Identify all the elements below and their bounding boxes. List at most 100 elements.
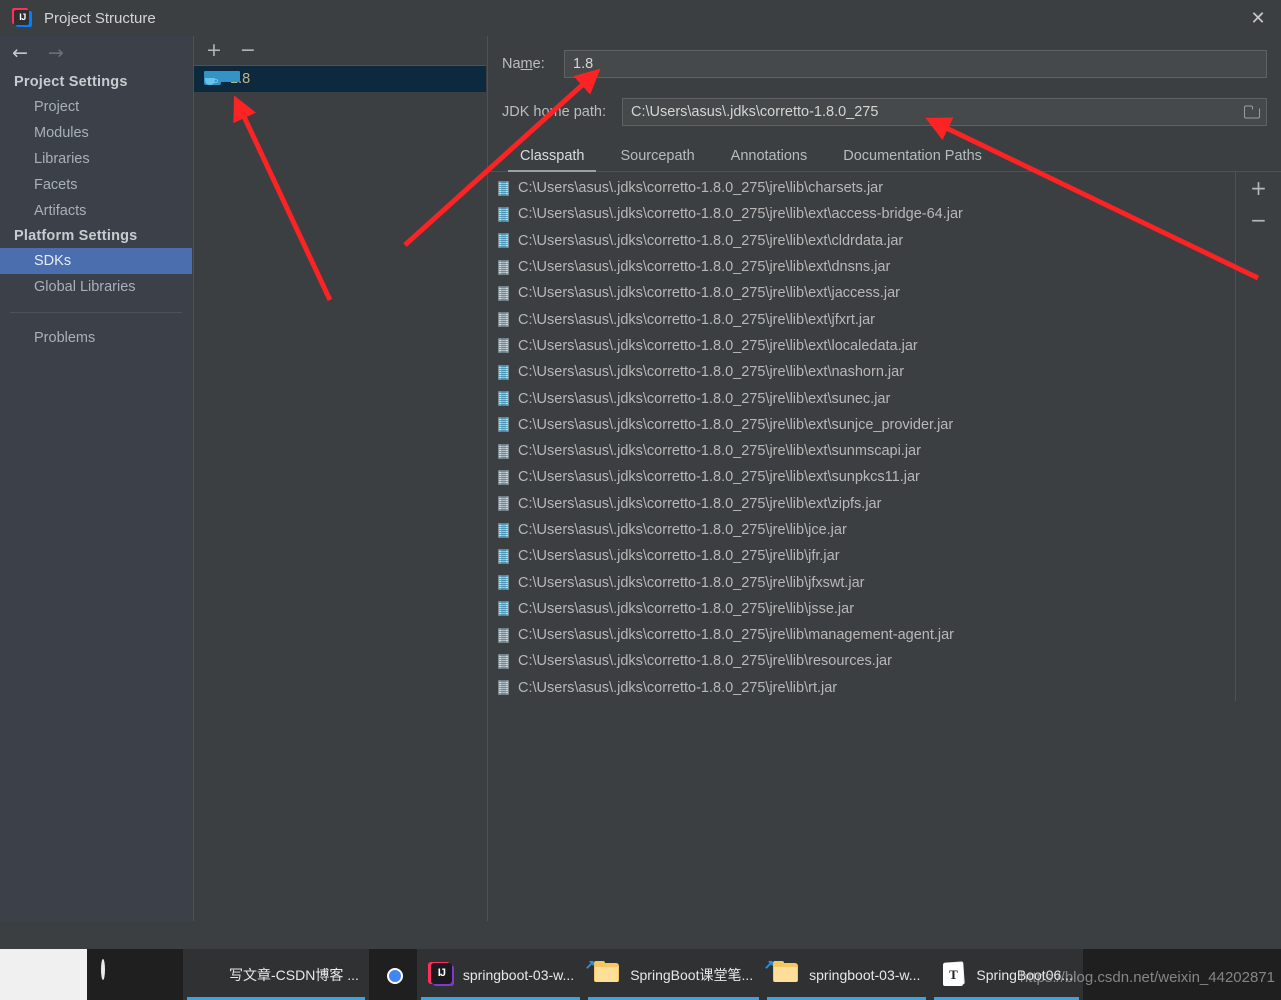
- list-item[interactable]: C:\Users\asus\.jdks\corretto-1.8.0_275\j…: [488, 622, 1235, 648]
- task-view-icon: [145, 961, 173, 989]
- classpath-entry-label: C:\Users\asus\.jdks\corretto-1.8.0_275\j…: [518, 285, 900, 302]
- add-classpath-button[interactable]: +: [1250, 178, 1267, 198]
- title-bar: IJ Project Structure ✕: [0, 0, 1281, 36]
- taskbar-button-label: SpringBoot课堂笔...: [630, 966, 754, 983]
- jar-file-icon: [498, 627, 509, 643]
- detail-tabs: Classpath Sourcepath Annotations Documen…: [488, 140, 1281, 172]
- tab-sourcepath[interactable]: Sourcepath: [602, 144, 712, 171]
- classpath-entry-label: C:\Users\asus\.jdks\corretto-1.8.0_275\j…: [518, 679, 838, 696]
- page-title: Project Structure: [44, 9, 156, 27]
- list-item[interactable]: C:\Users\asus\.jdks\corretto-1.8.0_275\j…: [488, 175, 1235, 201]
- list-item[interactable]: C:\Users\asus\.jdks\corretto-1.8.0_275\j…: [488, 464, 1235, 490]
- taskbar-button-csdn[interactable]: 写文章-CSDN博客 ...: [183, 949, 369, 1000]
- close-icon[interactable]: ✕: [1235, 0, 1281, 36]
- classpath-entry-label: C:\Users\asus\.jdks\corretto-1.8.0_275\j…: [518, 574, 865, 591]
- sdk-detail-panel: Name: JDK home path: Classpath Sourcepat…: [487, 36, 1281, 921]
- list-item[interactable]: C:\Users\asus\.jdks\corretto-1.8.0_275\j…: [488, 333, 1235, 359]
- tab-annotations[interactable]: Annotations: [713, 144, 826, 171]
- list-item[interactable]: C:\Users\asus\.jdks\corretto-1.8.0_275\j…: [488, 201, 1235, 227]
- sdk-list-panel: + − 1.8: [193, 36, 486, 921]
- taskbar-button-springboot-03-w[interactable]: springboot-03-w...: [763, 949, 931, 1000]
- tab-classpath[interactable]: Classpath: [502, 144, 602, 172]
- sidebar-item-project[interactable]: Project: [0, 94, 192, 120]
- remove-sdk-button[interactable]: −: [240, 41, 256, 60]
- list-item[interactable]: 1.8: [194, 66, 486, 92]
- sidebar-item-global-libraries[interactable]: Global Libraries: [0, 274, 192, 300]
- text-file-icon: T: [940, 960, 968, 989]
- classpath-entry-label: C:\Users\asus\.jdks\corretto-1.8.0_275\j…: [518, 653, 892, 670]
- jar-file-icon: [498, 680, 509, 696]
- classpath-list[interactable]: C:\Users\asus\.jdks\corretto-1.8.0_275\j…: [488, 172, 1235, 701]
- classpath-entry-label: C:\Users\asus\.jdks\corretto-1.8.0_275\j…: [518, 522, 847, 538]
- jdk-home-path-row: JDK home path:: [488, 98, 1281, 126]
- remove-classpath-button[interactable]: −: [1250, 210, 1267, 230]
- list-item[interactable]: C:\Users\asus\.jdks\corretto-1.8.0_275\j…: [488, 438, 1235, 464]
- taskbar-button-springboot-03-w[interactable]: IJ springboot-03-w...: [416, 949, 585, 1000]
- jar-file-icon: [498, 548, 509, 564]
- taskbar-search-box[interactable]: [0, 949, 87, 1000]
- cortana-circle-icon: [97, 958, 125, 989]
- sidebar-item-libraries[interactable]: Libraries: [0, 146, 192, 172]
- jar-file-icon: [498, 469, 509, 485]
- classpath-side-toolbar: + −: [1235, 172, 1281, 701]
- classpath-entry-label: C:\Users\asus\.jdks\corretto-1.8.0_275\j…: [518, 180, 884, 197]
- list-item[interactable]: C:\Users\asus\.jdks\corretto-1.8.0_275\j…: [488, 491, 1235, 517]
- list-item[interactable]: C:\Users\asus\.jdks\corretto-1.8.0_275\j…: [488, 517, 1235, 543]
- intellij-idea-icon: IJ: [427, 961, 455, 989]
- sidebar-item-artifacts[interactable]: Artifacts: [0, 198, 192, 224]
- add-sdk-button[interactable]: +: [206, 41, 222, 60]
- jar-file-icon: [498, 312, 509, 328]
- jdk-home-path-input[interactable]: [622, 98, 1267, 126]
- jar-file-icon: [498, 285, 509, 301]
- classpath-entry-label: C:\Users\asus\.jdks\corretto-1.8.0_275\j…: [518, 495, 882, 512]
- classpath-entry-label: C:\Users\asus\.jdks\corretto-1.8.0_275\j…: [518, 548, 840, 565]
- sidebar-item-problems[interactable]: Problems: [0, 325, 192, 351]
- sidebar-item-facets[interactable]: Facets: [0, 172, 192, 198]
- classpath-area: C:\Users\asus\.jdks\corretto-1.8.0_275\j…: [488, 172, 1281, 701]
- sidebar-item-sdks[interactable]: SDKs: [0, 248, 192, 274]
- classpath-entry-label: C:\Users\asus\.jdks\corretto-1.8.0_275\j…: [518, 469, 920, 486]
- jar-file-icon: [498, 180, 509, 196]
- name-field-row: Name:: [488, 50, 1281, 78]
- taskbar-button-springboot[interactable]: SpringBoot课堂笔...: [584, 949, 764, 1000]
- folder-browse-icon[interactable]: [1244, 105, 1261, 119]
- sidebar-group-platform-settings: Platform Settings: [14, 228, 138, 244]
- list-item[interactable]: C:\Users\asus\.jdks\corretto-1.8.0_275\j…: [488, 306, 1235, 332]
- jar-file-icon: [498, 338, 509, 354]
- classpath-entry-label: C:\Users\asus\.jdks\corretto-1.8.0_275\j…: [518, 259, 891, 276]
- list-item[interactable]: C:\Users\asus\.jdks\corretto-1.8.0_275\j…: [488, 280, 1235, 306]
- list-item[interactable]: C:\Users\asus\.jdks\corretto-1.8.0_275\j…: [488, 359, 1235, 385]
- jdk-folder-icon: [204, 71, 240, 87]
- jar-file-icon: [498, 233, 509, 249]
- list-item[interactable]: C:\Users\asus\.jdks\corretto-1.8.0_275\j…: [488, 648, 1235, 674]
- taskbar-button-label: 写文章-CSDN博客 ...: [229, 966, 359, 983]
- list-item[interactable]: C:\Users\asus\.jdks\corretto-1.8.0_275\j…: [488, 675, 1235, 701]
- list-item[interactable]: C:\Users\asus\.jdks\corretto-1.8.0_275\j…: [488, 228, 1235, 254]
- sidebar-item-modules[interactable]: Modules: [0, 120, 192, 146]
- taskbar-button-task-view-icon[interactable]: [135, 949, 183, 1000]
- jar-file-icon: [498, 601, 509, 617]
- intellij-idea-icon: IJ: [12, 8, 32, 28]
- jar-file-icon: [498, 259, 509, 275]
- list-item[interactable]: C:\Users\asus\.jdks\corretto-1.8.0_275\j…: [488, 596, 1235, 622]
- jar-file-icon: [498, 391, 509, 407]
- forward-arrow-icon[interactable]: →: [48, 43, 64, 63]
- list-item[interactable]: C:\Users\asus\.jdks\corretto-1.8.0_275\j…: [488, 254, 1235, 280]
- classpath-entry-label: C:\Users\asus\.jdks\corretto-1.8.0_275\j…: [518, 337, 918, 354]
- tab-documentation-paths[interactable]: Documentation Paths: [825, 144, 1000, 171]
- classpath-entry-label: C:\Users\asus\.jdks\corretto-1.8.0_275\j…: [518, 627, 955, 644]
- list-item[interactable]: C:\Users\asus\.jdks\corretto-1.8.0_275\j…: [488, 569, 1235, 595]
- jar-file-icon: [498, 364, 509, 380]
- taskbar-button-cortana-circle-icon[interactable]: [87, 949, 135, 1000]
- sdk-name-input[interactable]: [564, 50, 1267, 78]
- jar-file-icon: [498, 417, 509, 433]
- taskbar-button-chrome-icon[interactable]: [369, 949, 417, 1000]
- classpath-entry-label: C:\Users\asus\.jdks\corretto-1.8.0_275\j…: [518, 443, 921, 460]
- list-item[interactable]: C:\Users\asus\.jdks\corretto-1.8.0_275\j…: [488, 385, 1235, 411]
- project-structure-dialog: IJ Project Structure ✕ ← → Project Setti…: [0, 0, 1281, 1000]
- classpath-entry-label: C:\Users\asus\.jdks\corretto-1.8.0_275\j…: [518, 416, 954, 433]
- back-arrow-icon[interactable]: ←: [12, 43, 28, 63]
- jar-file-icon: [498, 575, 509, 591]
- list-item[interactable]: C:\Users\asus\.jdks\corretto-1.8.0_275\j…: [488, 543, 1235, 569]
- list-item[interactable]: C:\Users\asus\.jdks\corretto-1.8.0_275\j…: [488, 412, 1235, 438]
